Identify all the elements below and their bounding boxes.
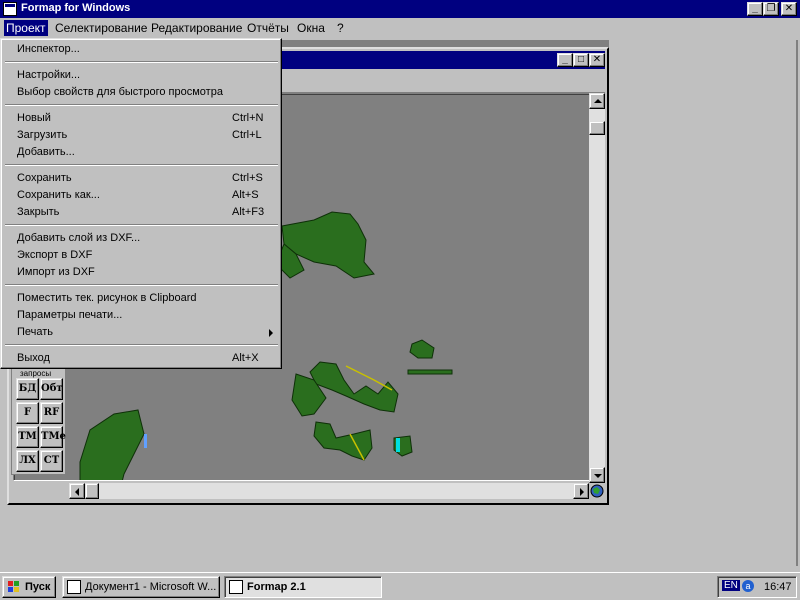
menu-separator — [5, 164, 278, 166]
horizontal-scroll-thumb[interactable] — [85, 483, 99, 499]
menu-item-copy-to-clipboard[interactable]: Поместить тек. рисунок в Clipboard — [3, 290, 279, 307]
road-yellow-1 — [345, 365, 393, 391]
menu-item-export-dxf[interactable]: Экспорт в DXF — [3, 247, 279, 264]
vertical-scrollbar[interactable] — [589, 93, 605, 483]
menu-selection[interactable]: Селектирование — [55, 20, 147, 36]
menu-item-quick-view-props[interactable]: Выбор свойств для быстрого просмотра — [3, 84, 279, 101]
menu-separator — [5, 344, 278, 346]
horizontal-scrollbar[interactable] — [69, 483, 589, 499]
submenu-arrow-icon — [269, 329, 273, 337]
child-maximize-icon[interactable]: □ — [573, 53, 589, 67]
app-titlebar: Formap for Windows _ ❐ ✕ — [0, 0, 800, 18]
project-menu-dropdown: Инспектор... Настройки... Выбор свойств … — [0, 38, 282, 369]
formap-app-icon — [229, 580, 243, 594]
app-title: Formap for Windows — [21, 2, 131, 14]
query-panel-caption: запросы — [20, 369, 52, 378]
query-db-button[interactable]: БД — [16, 378, 39, 400]
menu-item-print[interactable]: Печать — [3, 324, 279, 341]
restore-icon[interactable]: ❐ — [763, 2, 779, 16]
mdi-divider — [796, 40, 798, 566]
query-lh-button[interactable]: ЛХ — [16, 450, 39, 472]
menu-item-new[interactable]: Новый Ctrl+N — [3, 110, 279, 127]
arrow-up-icon — [594, 95, 602, 103]
menu-item-import-dxf[interactable]: Импорт из DXF — [3, 264, 279, 281]
minimize-icon[interactable]: _ — [747, 2, 763, 16]
query-obt-button[interactable]: Обт — [40, 378, 63, 400]
menu-windows[interactable]: Окна — [297, 20, 325, 36]
parcel-small-ne — [409, 339, 435, 359]
system-tray: EN a 16:47 — [717, 576, 797, 598]
arrow-left-icon — [71, 488, 79, 496]
start-button[interactable]: Пуск — [2, 576, 56, 598]
tray-app-icon[interactable]: a — [742, 580, 754, 592]
menu-help[interactable]: ? — [337, 20, 344, 36]
language-indicator[interactable]: EN — [722, 580, 740, 591]
menu-separator — [5, 104, 278, 106]
scroll-up-button[interactable] — [589, 93, 605, 109]
menu-item-save[interactable]: Сохранить Ctrl+S — [3, 170, 279, 187]
clock: 16:47 — [764, 581, 792, 593]
menu-item-add[interactable]: Добавить... — [3, 144, 279, 161]
menu-item-settings[interactable]: Настройки... — [3, 67, 279, 84]
menu-separator — [5, 284, 278, 286]
child-close-icon[interactable]: ✕ — [589, 53, 605, 67]
menu-item-save-as[interactable]: Сохранить как... Alt+S — [3, 187, 279, 204]
start-label: Пуск — [25, 581, 51, 593]
task-word-label: Документ1 - Microsoft W... — [85, 581, 217, 593]
query-tm-button[interactable]: ТМ — [16, 426, 39, 448]
mdi-empty-bottom — [8, 505, 609, 566]
menu-separator — [5, 224, 278, 226]
arrow-right-icon — [580, 488, 588, 496]
scroll-left-button[interactable] — [69, 483, 85, 499]
query-tme-button[interactable]: ТМе — [40, 426, 66, 448]
vertical-scroll-thumb[interactable] — [589, 121, 605, 135]
water-blue-1 — [144, 434, 147, 448]
parcel-cluster-south — [313, 421, 373, 461]
mdi-empty-area — [609, 40, 800, 566]
menu-project[interactable]: Проект — [4, 20, 48, 36]
menu-item-add-dxf-layer[interactable]: Добавить слой из DXF... — [3, 230, 279, 247]
parcel-cluster-west — [79, 409, 145, 480]
water-cyan-1 — [396, 438, 400, 452]
globe-icon[interactable] — [589, 483, 605, 499]
scroll-down-button[interactable] — [589, 467, 605, 483]
menu-item-exit[interactable]: Выход Alt+X — [3, 350, 279, 367]
child-minimize-icon[interactable]: _ — [557, 53, 573, 67]
menu-item-load[interactable]: Загрузить Ctrl+L — [3, 127, 279, 144]
menu-item-inspector[interactable]: Инспектор... — [3, 41, 279, 58]
task-formap[interactable]: Formap 2.1 — [224, 576, 382, 598]
menubar: Проект Селектирование Редактирование Отч… — [0, 18, 800, 38]
menu-item-close[interactable]: Закрыть Alt+F3 — [3, 204, 279, 221]
query-f-button[interactable]: F — [16, 402, 39, 424]
query-rf-button[interactable]: RF — [40, 402, 63, 424]
close-icon[interactable]: ✕ — [781, 2, 797, 16]
word-document-icon — [67, 580, 81, 594]
menu-separator — [5, 61, 278, 63]
parcel-strip — [407, 369, 453, 375]
menu-item-print-settings[interactable]: Параметры печати... — [3, 307, 279, 324]
task-formap-label: Formap 2.1 — [247, 581, 306, 593]
menu-reports[interactable]: Отчёты — [247, 20, 289, 36]
menu-edit[interactable]: Редактирование — [151, 20, 242, 36]
query-st-button[interactable]: СТ — [40, 450, 63, 472]
task-word-document[interactable]: Документ1 - Microsoft W... — [62, 576, 220, 598]
app-window-icon[interactable] — [3, 2, 17, 16]
windows-logo-icon — [7, 580, 21, 594]
scroll-right-button[interactable] — [573, 483, 589, 499]
taskbar: Пуск Документ1 - Microsoft W... Formap 2… — [0, 572, 800, 600]
query-panel: запросы БД Обт F RF ТМ ТМе ЛХ СТ — [11, 367, 66, 475]
arrow-down-icon — [594, 474, 602, 482]
